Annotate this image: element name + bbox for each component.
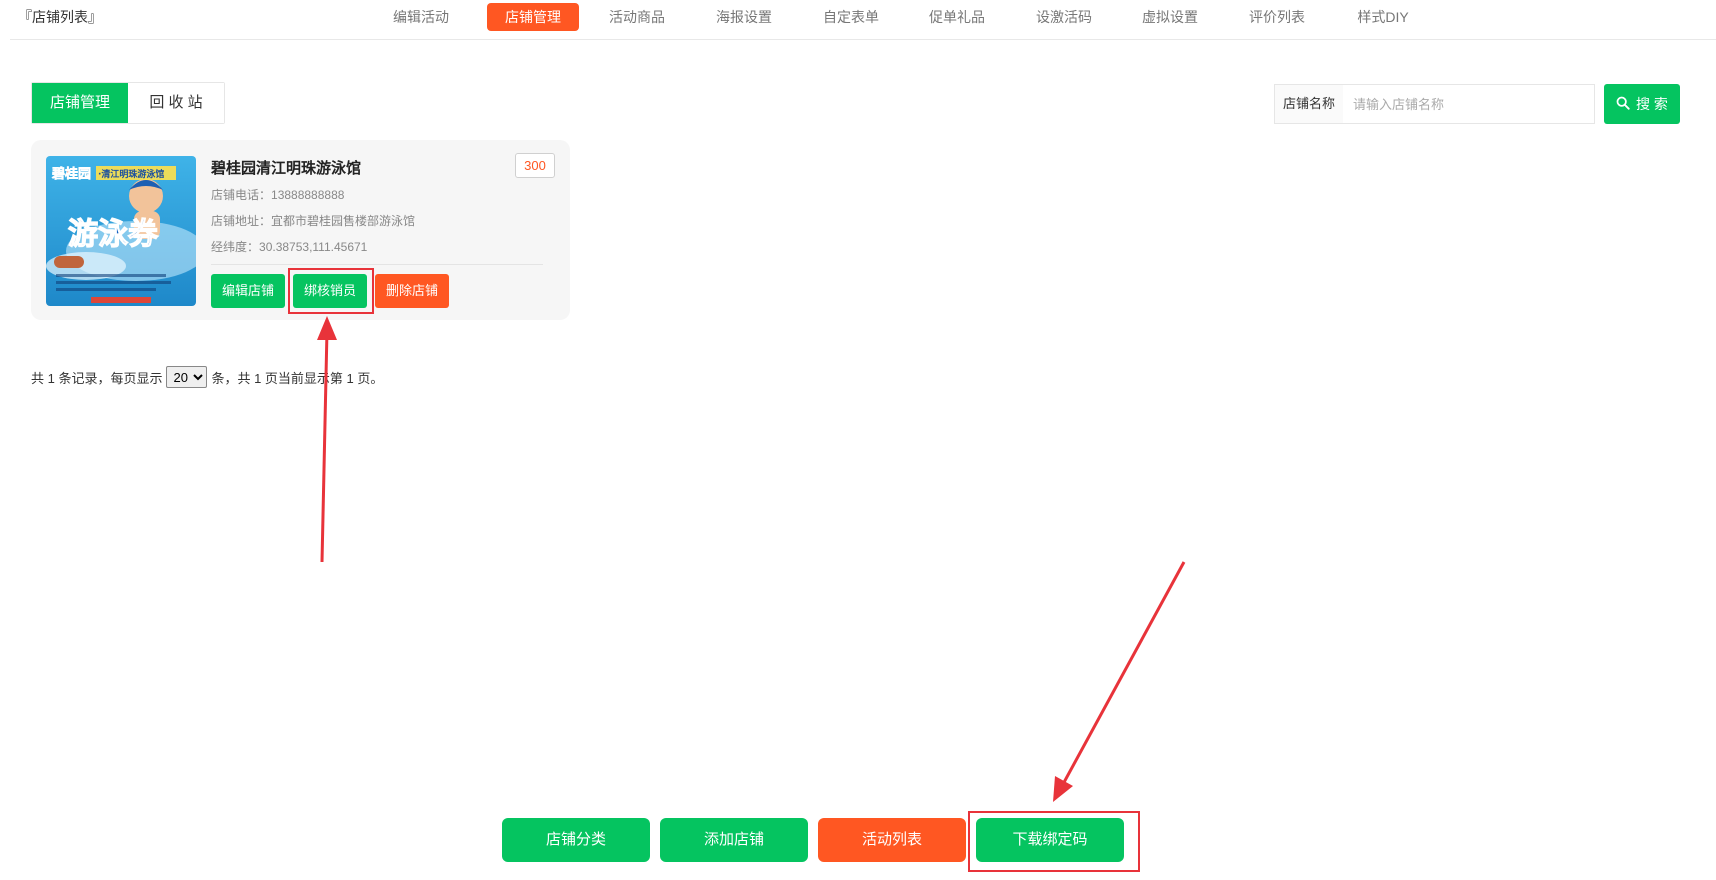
tab-activity-goods[interactable]: 活动商品: [597, 3, 677, 31]
edit-store-button[interactable]: 编辑店铺: [211, 274, 286, 308]
store-category-button[interactable]: 店铺分类: [502, 818, 650, 862]
tab-style-diy[interactable]: 样式DIY: [1343, 3, 1423, 31]
add-store-button[interactable]: 添加店铺: [660, 818, 808, 862]
subtab-recycle-bin[interactable]: 回 收 站: [128, 83, 224, 123]
tab-virtual-settings[interactable]: 虚拟设置: [1130, 3, 1210, 31]
store-name: 碧桂园清江明珠游泳馆: [211, 160, 362, 177]
search-icon: [1616, 96, 1630, 113]
store-coords: 经纬度：30.38753,111.45671: [211, 238, 367, 255]
tab-poster-settings[interactable]: 海报设置: [704, 3, 784, 31]
tab-custom-form[interactable]: 自定表单: [811, 3, 891, 31]
subtab-store-manage[interactable]: 店铺管理: [32, 83, 128, 123]
delete-store-button[interactable]: 删除店铺: [375, 274, 450, 308]
store-image: 碧桂园 ·清江明珠游泳馆 游泳券: [46, 156, 196, 306]
store-phone-value: 13888888888: [271, 188, 345, 202]
card-divider: [211, 264, 543, 265]
store-card: 碧桂园 ·清江明珠游泳馆 游泳券 碧桂园清江明珠游泳馆 300 店铺电话：138…: [31, 140, 570, 320]
bind-verifier-button[interactable]: 绑核销员: [293, 274, 368, 308]
store-phone: 店铺电话：13888888888: [211, 186, 344, 203]
pagination-text-before: 共 1 条记录，每页显示: [31, 370, 163, 386]
store-image-subtitle: ·清江明珠游泳馆: [98, 168, 164, 180]
tab-store-manage[interactable]: 店铺管理: [487, 3, 579, 31]
search-label: 店铺名称: [1274, 84, 1344, 124]
tab-review-list[interactable]: 评价列表: [1237, 3, 1317, 31]
annotation-arrows: [317, 316, 1186, 802]
tab-promo-gifts[interactable]: 促单礼品: [917, 3, 997, 31]
store-address-value: 宜都市碧桂园售楼部游泳馆: [271, 214, 416, 228]
download-bind-code-button[interactable]: 下载绑定码: [976, 818, 1124, 862]
search-input[interactable]: [1343, 84, 1595, 124]
store-address: 店铺地址：宜都市碧桂园售楼部游泳馆: [211, 212, 415, 229]
search-button[interactable]: 搜 索: [1604, 84, 1680, 124]
store-address-label: 店铺地址：: [211, 214, 272, 228]
tab-edit-activity[interactable]: 编辑活动: [381, 3, 461, 31]
store-image-brand: 碧桂园: [51, 166, 91, 182]
page-title: 『店铺列表』: [18, 9, 102, 25]
store-phone-label: 店铺电话：: [211, 188, 272, 202]
per-page-select[interactable]: 20: [166, 366, 208, 388]
tab-activation-code[interactable]: 设激活码: [1024, 3, 1104, 31]
pagination-text-after: 条，共 1 页当前显示第 1 页。: [211, 370, 384, 386]
store-coords-value: 30.38753,111.45671: [259, 240, 368, 254]
store-count-badge: 300: [515, 153, 555, 178]
arrow-up-icon: [317, 316, 337, 563]
search-button-label: 搜 索: [1636, 96, 1668, 112]
arrow-down-left-icon: [1053, 561, 1186, 802]
activity-list-button[interactable]: 活动列表: [818, 818, 966, 862]
pagination-info: 共 1 条记录，每页显示 20 条，共 1 页当前显示第 1 页。: [31, 366, 383, 388]
sub-tabs: 店铺管理 回 收 站: [31, 82, 225, 124]
store-coords-label: 经纬度：: [211, 240, 260, 254]
store-image-headline: 游泳券: [68, 217, 159, 252]
top-navbar: 『店铺列表』 编辑活动 店铺管理 活动商品 海报设置 自定表单 促单礼品 设激活…: [0, 0, 1716, 40]
